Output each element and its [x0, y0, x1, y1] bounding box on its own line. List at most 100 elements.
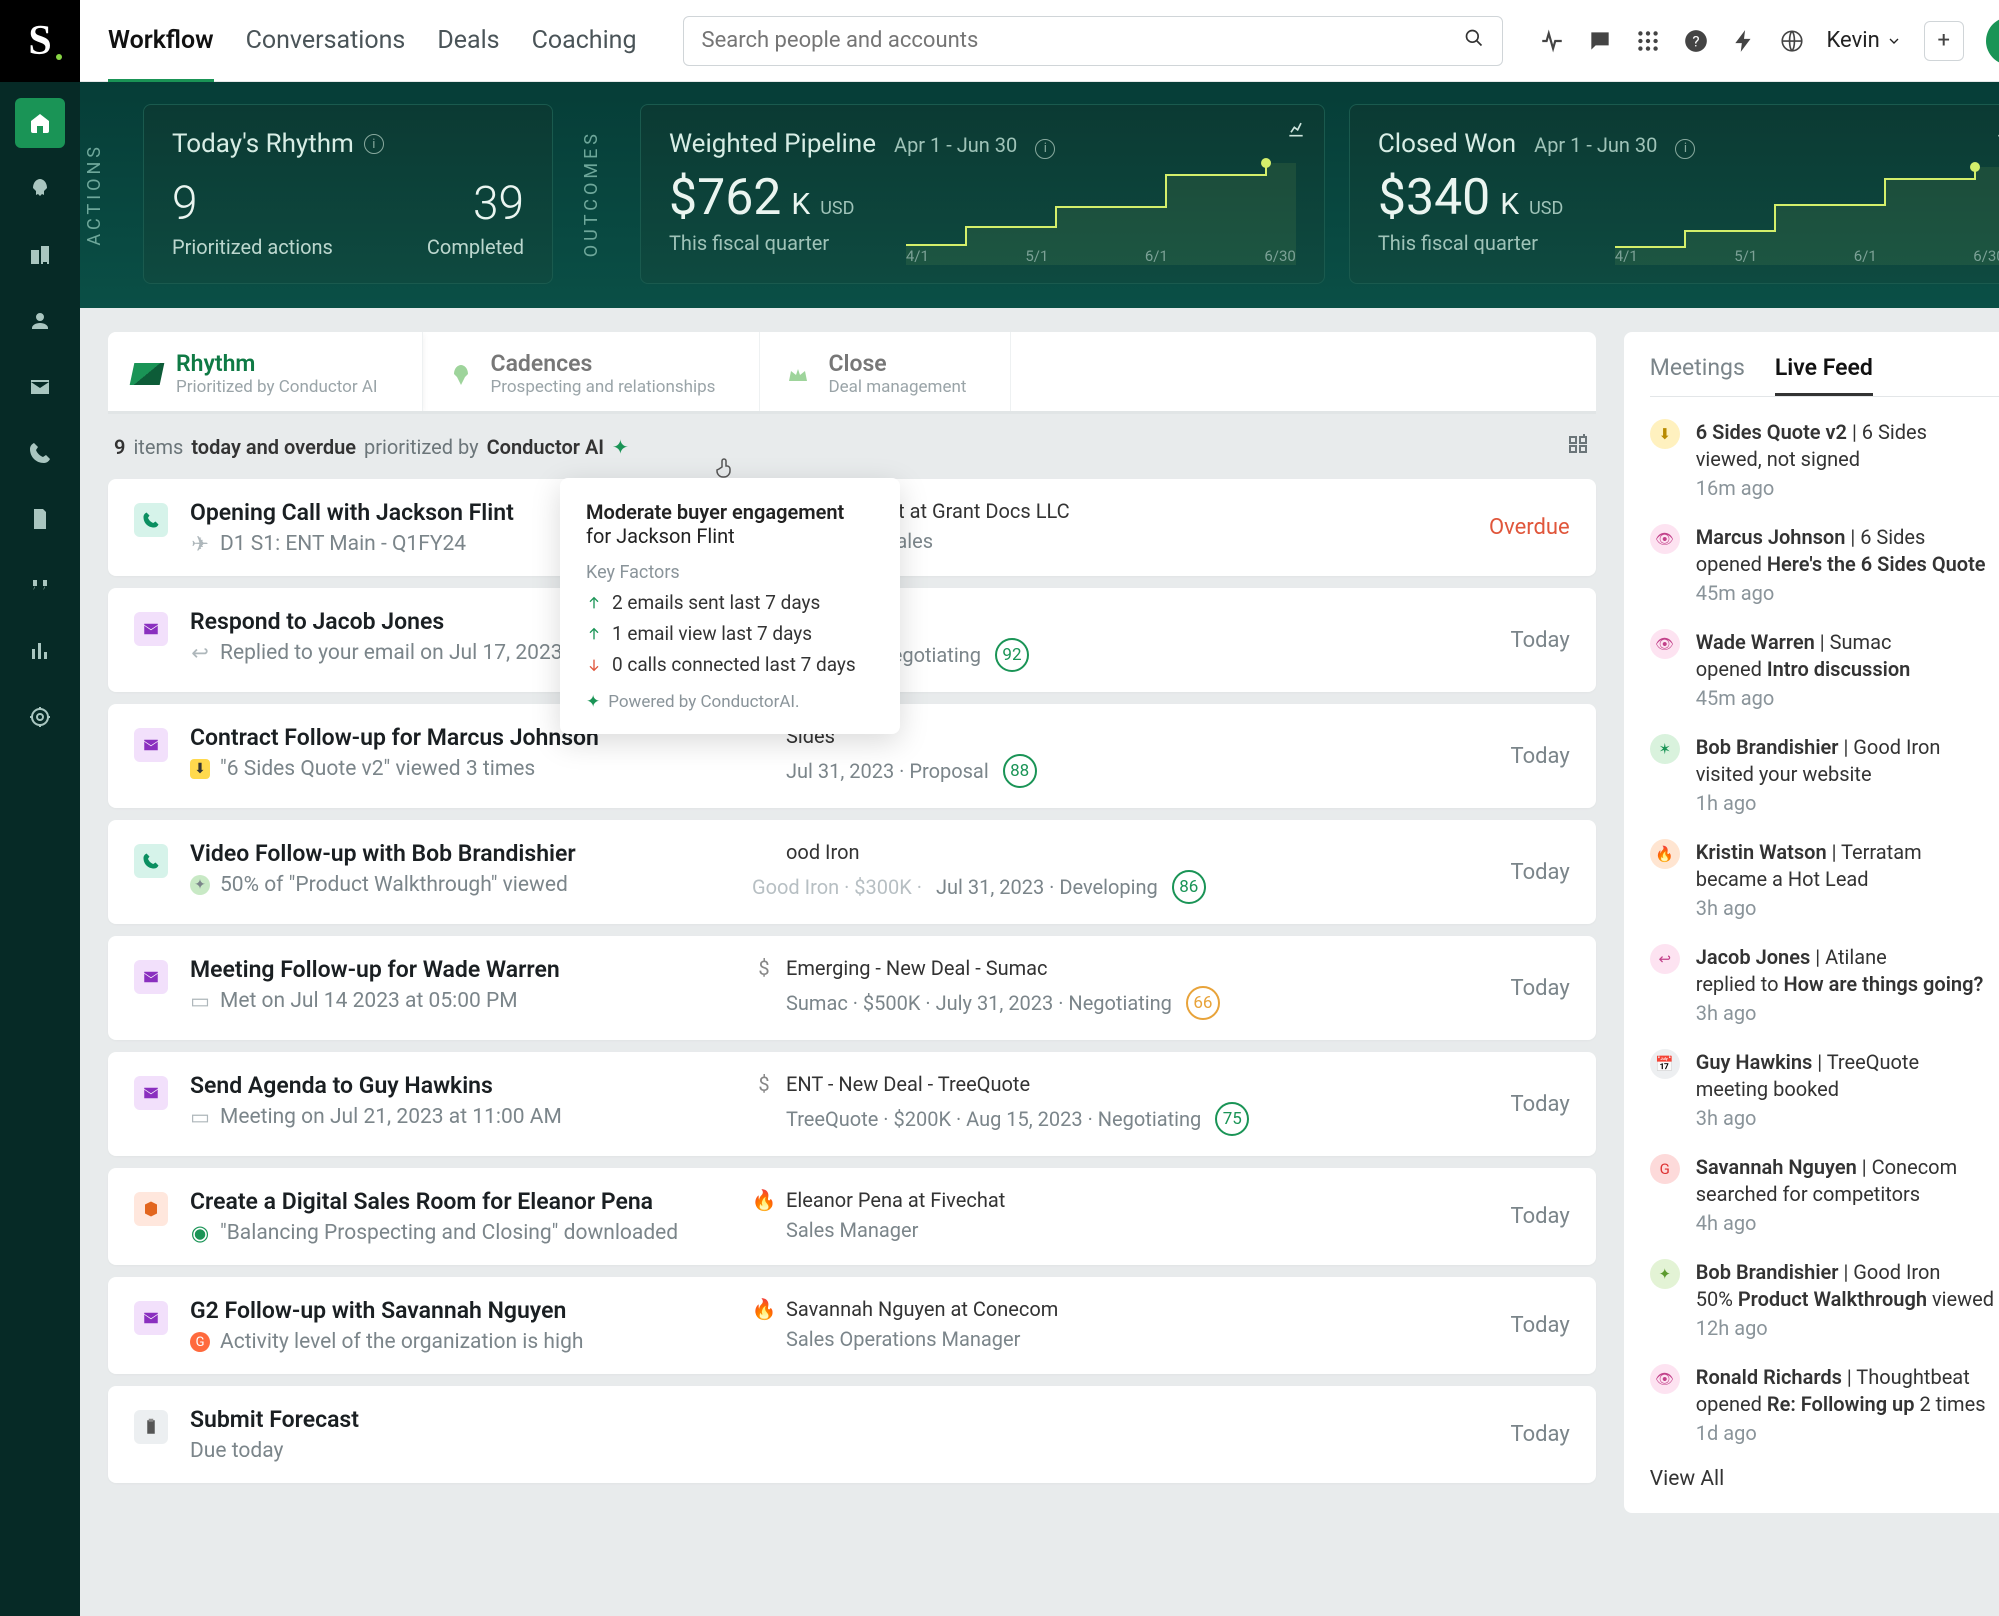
activity-icon[interactable]	[1539, 28, 1565, 54]
feed-icon: 👁	[1650, 1364, 1680, 1394]
sparkle-icon: ✦	[612, 435, 629, 459]
top-nav: Workflow Conversations Deals Coaching ? …	[80, 0, 1999, 82]
feed-item[interactable]: ✦Bob Brandishier | Good Iron50% Product …	[1650, 1259, 1999, 1342]
user-menu[interactable]: Kevin	[1827, 28, 1902, 53]
phone-icon	[134, 844, 168, 878]
action-card-forecast[interactable]: Submit ForecastDue today Today	[108, 1386, 1596, 1483]
feed-icon: ✦	[1650, 1259, 1680, 1289]
launch-badge[interactable]	[1986, 17, 1999, 65]
due-label: Overdue	[1489, 515, 1570, 540]
rhythm-icon	[130, 363, 165, 385]
send-icon: ✈	[190, 534, 210, 554]
rail-home[interactable]	[15, 98, 65, 148]
rail-doc[interactable]	[15, 494, 65, 544]
apps-icon[interactable]	[1635, 28, 1661, 54]
feed-item[interactable]: 👁Ronald Richards | Thoughtbeatopened Re:…	[1650, 1364, 1999, 1447]
feed-icon: 🔥	[1650, 839, 1680, 869]
crown-icon	[784, 363, 814, 385]
feed-icon: ⬇	[1650, 419, 1680, 449]
reply-icon: ↩	[190, 643, 210, 663]
feed-icon: 👁	[1650, 629, 1680, 659]
view-all-link[interactable]: View All	[1650, 1467, 1999, 1491]
feed-icon: G	[1650, 1154, 1680, 1184]
feed-icon: ↩	[1650, 944, 1680, 974]
feed-icon: 👁	[1650, 524, 1680, 554]
rail-quote[interactable]	[15, 560, 65, 610]
completed-count: 39	[427, 177, 524, 231]
sphere-icon: ◉	[190, 1223, 210, 1243]
nav-coaching[interactable]: Coaching	[532, 0, 637, 83]
flame-icon: 🔥	[752, 1188, 776, 1212]
calendar-icon: ▭	[190, 991, 210, 1011]
dollar-icon: $	[752, 956, 776, 980]
rail-analytics[interactable]	[15, 626, 65, 676]
expand-chart-icon[interactable]	[1286, 119, 1306, 143]
feed-icon: ✶	[1650, 734, 1680, 764]
feed-item[interactable]: 🔥Kristin Watson | Terratambecame a Hot L…	[1650, 839, 1999, 922]
chat-icon[interactable]	[1587, 28, 1613, 54]
mail-icon	[134, 612, 168, 646]
mail-icon	[134, 1076, 168, 1110]
card-closed-won[interactable]: Closed WonApr 1 - Jun 30i $340KUSD This …	[1349, 104, 1999, 284]
filter-summary: 9 items today and overdue prioritized by…	[108, 414, 1596, 479]
feed-item[interactable]: GSavannah Nguyen | Conecomsearched for c…	[1650, 1154, 1999, 1237]
chevron-down-icon	[1886, 33, 1902, 49]
feed-item[interactable]: ↩Jacob Jones | Atilanereplied to How are…	[1650, 944, 1999, 1027]
feed-item[interactable]: 👁Wade Warren | Sumacopened Intro discuss…	[1650, 629, 1999, 712]
brand-logo[interactable]: S	[0, 0, 80, 82]
flame-icon: 🔥	[752, 1297, 776, 1321]
tab-cadences[interactable]: CadencesProspecting and relationships	[423, 332, 761, 411]
nav-workflow[interactable]: Workflow	[108, 0, 214, 83]
nav-conversations[interactable]: Conversations	[246, 0, 406, 83]
g2-icon: G	[190, 1332, 210, 1352]
add-button[interactable]: +	[1924, 21, 1964, 61]
tab-close[interactable]: CloseDeal management	[760, 332, 1011, 411]
rail-person[interactable]	[15, 296, 65, 346]
bug-icon: ✦	[190, 875, 210, 895]
hero-metrics: ACTIONS Today's Rhythmi 9Prioritized act…	[80, 82, 1999, 308]
help-icon[interactable]: ?	[1683, 28, 1709, 54]
outcomes-label: OUTCOMES	[577, 130, 616, 257]
action-card-salesroom[interactable]: Create a Digital Sales Room for Eleanor …	[108, 1168, 1596, 1265]
action-card-video[interactable]: Video Follow-up with Bob Brandishier✦50%…	[108, 820, 1596, 924]
mail-icon	[134, 728, 168, 762]
feed-item[interactable]: 📅Guy Hawkins | TreeQuotemeeting booked3h…	[1650, 1049, 1999, 1132]
cube-icon	[134, 1192, 168, 1226]
rail-target[interactable]	[15, 692, 65, 742]
action-card-agenda[interactable]: Send Agenda to Guy Hawkins▭Meeting on Ju…	[108, 1052, 1596, 1156]
card-todays-rhythm[interactable]: Today's Rhythmi 9Prioritized actions 39C…	[143, 104, 553, 284]
workflow-tabs: RhythmPrioritized by Conductor AI Cadenc…	[108, 332, 1596, 414]
actions-label: ACTIONS	[80, 143, 119, 246]
live-feed-panel: Meetings Live Feed ⬇6 Sides Quote v2 | 6…	[1624, 332, 1999, 1513]
download-icon: ⬇	[190, 759, 210, 779]
rail-phone[interactable]	[15, 428, 65, 478]
action-card-g2[interactable]: G2 Follow-up with Savannah NguyenGActivi…	[108, 1277, 1596, 1374]
clipboard-icon	[134, 1410, 168, 1444]
nav-deals[interactable]: Deals	[437, 0, 499, 83]
tab-rhythm[interactable]: RhythmPrioritized by Conductor AI	[108, 332, 423, 411]
feed-item[interactable]: 👁Marcus Johnson | 6 Sidesopened Here's t…	[1650, 524, 1999, 607]
svg-text:?: ?	[1692, 32, 1699, 50]
feed-item[interactable]: ⬇6 Sides Quote v2 | 6 Sidesviewed, not s…	[1650, 419, 1999, 502]
rail-rocket[interactable]	[15, 164, 65, 214]
tab-live-feed[interactable]: Live Feed	[1775, 354, 1873, 396]
card-weighted-pipeline[interactable]: Weighted PipelineApr 1 - Jun 30i $762KUS…	[640, 104, 1325, 284]
engagement-popover: Moderate buyer engagement for Jackson Fl…	[560, 478, 900, 734]
globe-icon[interactable]	[1779, 28, 1805, 54]
info-icon[interactable]: i	[364, 134, 384, 154]
mail-icon	[134, 960, 168, 994]
bolt-icon[interactable]	[1731, 28, 1757, 54]
calendar-icon: ▭	[190, 1107, 210, 1127]
layout-toggle[interactable]	[1566, 432, 1590, 461]
action-card-meeting[interactable]: Meeting Follow-up for Wade Warren▭Met on…	[108, 936, 1596, 1040]
search-input[interactable]	[702, 28, 1464, 53]
rocket-icon	[447, 363, 477, 385]
tab-meetings[interactable]: Meetings	[1650, 354, 1745, 396]
feed-item[interactable]: ✶Bob Brandishier | Good Ironvisited your…	[1650, 734, 1999, 817]
left-nav-rail: S	[0, 0, 80, 1616]
expand-chart-icon[interactable]	[1995, 119, 1999, 143]
global-search[interactable]	[683, 16, 1503, 66]
search-icon[interactable]	[1464, 28, 1484, 54]
rail-mail[interactable]	[15, 362, 65, 412]
rail-buildings[interactable]	[15, 230, 65, 280]
